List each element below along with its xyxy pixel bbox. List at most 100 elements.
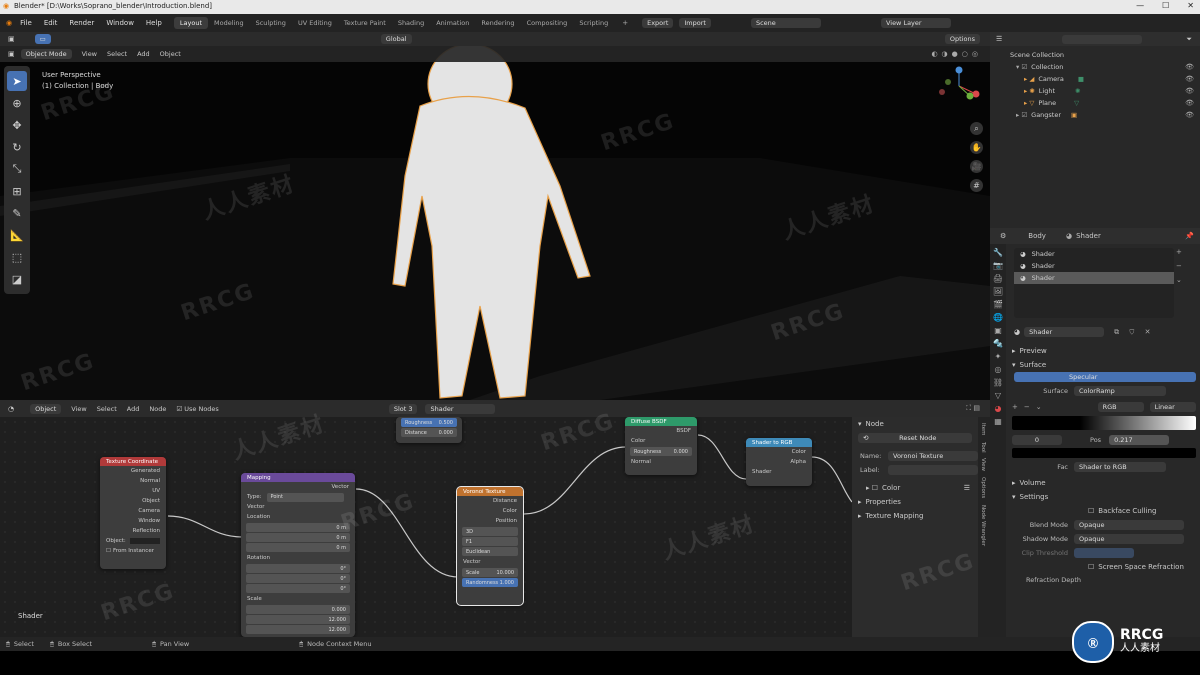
tab-rendering[interactable]: Rendering xyxy=(475,17,520,29)
outliner-item[interactable]: ▾ ☑ Collection 👁 xyxy=(990,61,1200,73)
cursor-tool-icon[interactable]: ⊕ xyxy=(7,93,27,113)
voronoi-scale-field[interactable]: Scale 10.000 xyxy=(462,568,518,577)
maximize-icon[interactable]: ☐ xyxy=(1162,1,1169,10)
mapping-node[interactable]: Mapping Vector Type: Point Vector Locatio… xyxy=(241,473,355,637)
backface-culling-row[interactable]: ☐ Backface Culling xyxy=(1012,504,1196,518)
input-socket[interactable]: Vector xyxy=(241,502,355,512)
location-y[interactable]: 0 m xyxy=(246,533,350,542)
texture-tab-icon[interactable]: ▦ xyxy=(994,417,1002,426)
rotation-y[interactable]: 0° xyxy=(246,574,350,583)
visibility-eye-icon[interactable]: 👁 xyxy=(1185,87,1194,95)
output-socket[interactable]: Position xyxy=(457,516,523,526)
location-x[interactable]: 0 m xyxy=(246,523,350,532)
options-button[interactable]: Options xyxy=(944,34,980,44)
tool-tab-icon[interactable]: 🔧 xyxy=(993,248,1003,257)
outliner-search[interactable] xyxy=(1062,34,1143,44)
add-cube-tool-icon[interactable]: ⬚ xyxy=(7,247,27,267)
add-workspace-icon[interactable]: + xyxy=(622,19,628,27)
minimize-icon[interactable]: — xyxy=(1136,1,1144,10)
viewport-editor-icon[interactable]: ▣ xyxy=(8,50,15,58)
outliner-item[interactable]: ▸ ✺ Light ✺ 👁 xyxy=(990,85,1200,97)
material-name-field[interactable]: Shader xyxy=(1024,327,1105,337)
select-tool-icon[interactable]: ➤ xyxy=(7,71,27,91)
partial-node-top[interactable]: Roughness 0.500 Distance 0.000 xyxy=(396,417,462,443)
constraints-tab-icon[interactable]: ⛓ xyxy=(993,378,1003,387)
output-socket[interactable]: Reflection xyxy=(100,526,166,536)
rotate-tool-icon[interactable]: ↻ xyxy=(7,137,27,157)
blender-menu-icon[interactable]: ◉ xyxy=(6,19,12,27)
diffuse-bsdf-node[interactable]: Diffuse BSDF BSDF Color Roughness 0.000 N… xyxy=(625,417,697,475)
transform-tool-icon[interactable]: ⊞ xyxy=(7,181,27,201)
camera-view-icon[interactable]: 🎥 xyxy=(970,160,983,173)
node-menu-view[interactable]: View xyxy=(71,405,86,413)
viewport-menu-view[interactable]: View xyxy=(82,50,97,58)
node-panel-heading[interactable]: ▾ Node xyxy=(852,417,978,431)
tab-animation[interactable]: Animation xyxy=(430,17,475,29)
properties-editor-icon[interactable]: ⚙ xyxy=(1000,232,1006,240)
ssr-row[interactable]: ☐ Screen Space Refraction xyxy=(1012,560,1196,574)
particles-tab-icon[interactable]: ✦ xyxy=(995,352,1002,361)
stop-color-swatch[interactable] xyxy=(1012,448,1196,458)
tab-shading[interactable]: Shading xyxy=(392,17,430,29)
editor-type-icon[interactable]: ▣ xyxy=(8,35,15,43)
import-button[interactable]: Import xyxy=(679,18,711,28)
input-socket[interactable]: Normal xyxy=(625,457,697,467)
scale-x[interactable]: 0.000 xyxy=(246,605,350,614)
viewport-menu-add[interactable]: Add xyxy=(137,50,150,58)
tab-modeling[interactable]: Modeling xyxy=(208,17,250,29)
object-tab-icon[interactable]: ▣ xyxy=(994,326,1002,335)
export-button[interactable]: Export xyxy=(642,18,674,28)
node-menu-node[interactable]: Node xyxy=(149,405,166,413)
output-socket[interactable]: Vector xyxy=(241,482,355,492)
close-icon[interactable]: ✕ xyxy=(1187,1,1194,10)
slot-menu-icon[interactable]: ⌄ xyxy=(1176,276,1182,284)
node-editor-canvas[interactable]: Texture Coordinate Generated Normal UV O… xyxy=(0,417,852,637)
tab-tool[interactable]: Tool xyxy=(980,442,986,453)
outliner-item[interactable]: ▸ ◢ Camera ■ 👁 xyxy=(990,73,1200,85)
extra-tool-icon[interactable]: ◪ xyxy=(7,269,27,289)
preview-section[interactable]: ▸ Preview xyxy=(1012,344,1196,358)
node-color-row[interactable]: ▸ ☐ Color ☰ xyxy=(852,481,978,495)
tab-texture-paint[interactable]: Texture Paint xyxy=(338,17,392,29)
ramp-add-icon[interactable]: + xyxy=(1012,403,1018,411)
texture-coordinate-node[interactable]: Texture Coordinate Generated Normal UV O… xyxy=(100,457,166,569)
blend-mode-select[interactable]: Opaque xyxy=(1074,520,1184,530)
shader-to-rgb-node[interactable]: Shader to RGB Color Alpha Shader xyxy=(746,438,812,486)
settings-section[interactable]: ▾ Settings xyxy=(1012,490,1196,504)
output-socket[interactable]: Generated xyxy=(100,466,166,476)
node-name-field[interactable]: Voronoi Texture xyxy=(888,451,978,461)
volume-section[interactable]: ▸ Volume xyxy=(1012,476,1196,490)
navigation-gizmo[interactable] xyxy=(934,66,984,106)
tab-sculpting[interactable]: Sculpting xyxy=(250,17,292,29)
feature-select[interactable]: F1 xyxy=(462,537,518,546)
material-slot[interactable]: ◕ Shader xyxy=(1014,260,1174,272)
scale-z[interactable]: 12.000 xyxy=(246,625,350,634)
menu-help[interactable]: Help xyxy=(146,19,162,27)
node-editor-type-icon[interactable]: ◔ xyxy=(8,405,14,413)
properties-panel[interactable]: ▸ Properties xyxy=(852,495,978,509)
node-material-select[interactable]: Shader xyxy=(425,403,496,414)
surface-section[interactable]: ▾ Surface xyxy=(1012,358,1196,372)
reset-node-button[interactable]: ⟲ Reset Node xyxy=(858,433,972,443)
pin-icon[interactable]: 📌 xyxy=(1185,232,1194,240)
tab-view[interactable]: View xyxy=(980,458,986,471)
distance-field[interactable]: Distance 0.000 xyxy=(401,428,457,437)
surface-input-field[interactable]: ColorRamp xyxy=(1074,386,1166,396)
outliner-scene-collection[interactable]: Scene Collection xyxy=(990,49,1200,61)
node-menu-select[interactable]: Select xyxy=(97,405,117,413)
menu-window[interactable]: Window xyxy=(106,19,134,27)
3d-viewport[interactable]: ▣ Object Mode View Select Add Object ◐◑●… xyxy=(0,46,990,400)
interpolation-select[interactable]: Linear xyxy=(1149,402,1196,412)
zoom-icon[interactable]: ⌕ xyxy=(970,122,983,135)
outliner-item[interactable]: ▸ ☑ Gangster ▣ 👁 xyxy=(990,109,1200,121)
tab-layout[interactable]: Layout xyxy=(173,17,208,29)
surface-shader-field[interactable]: Specular xyxy=(1014,372,1196,382)
annotate-tool-icon[interactable]: ✎ xyxy=(7,203,27,223)
voronoi-randomness-field[interactable]: Randomness 1.000 xyxy=(462,578,518,587)
menu-file[interactable]: File xyxy=(20,19,32,27)
node-label-field[interactable] xyxy=(888,465,978,475)
material-slot-active[interactable]: ◕ Shader xyxy=(1014,272,1174,284)
dimensions-select[interactable]: 3D xyxy=(462,527,518,536)
color-mode-select[interactable]: RGB xyxy=(1097,402,1144,412)
use-nodes-checkbox[interactable]: ☑ Use Nodes xyxy=(176,405,218,413)
